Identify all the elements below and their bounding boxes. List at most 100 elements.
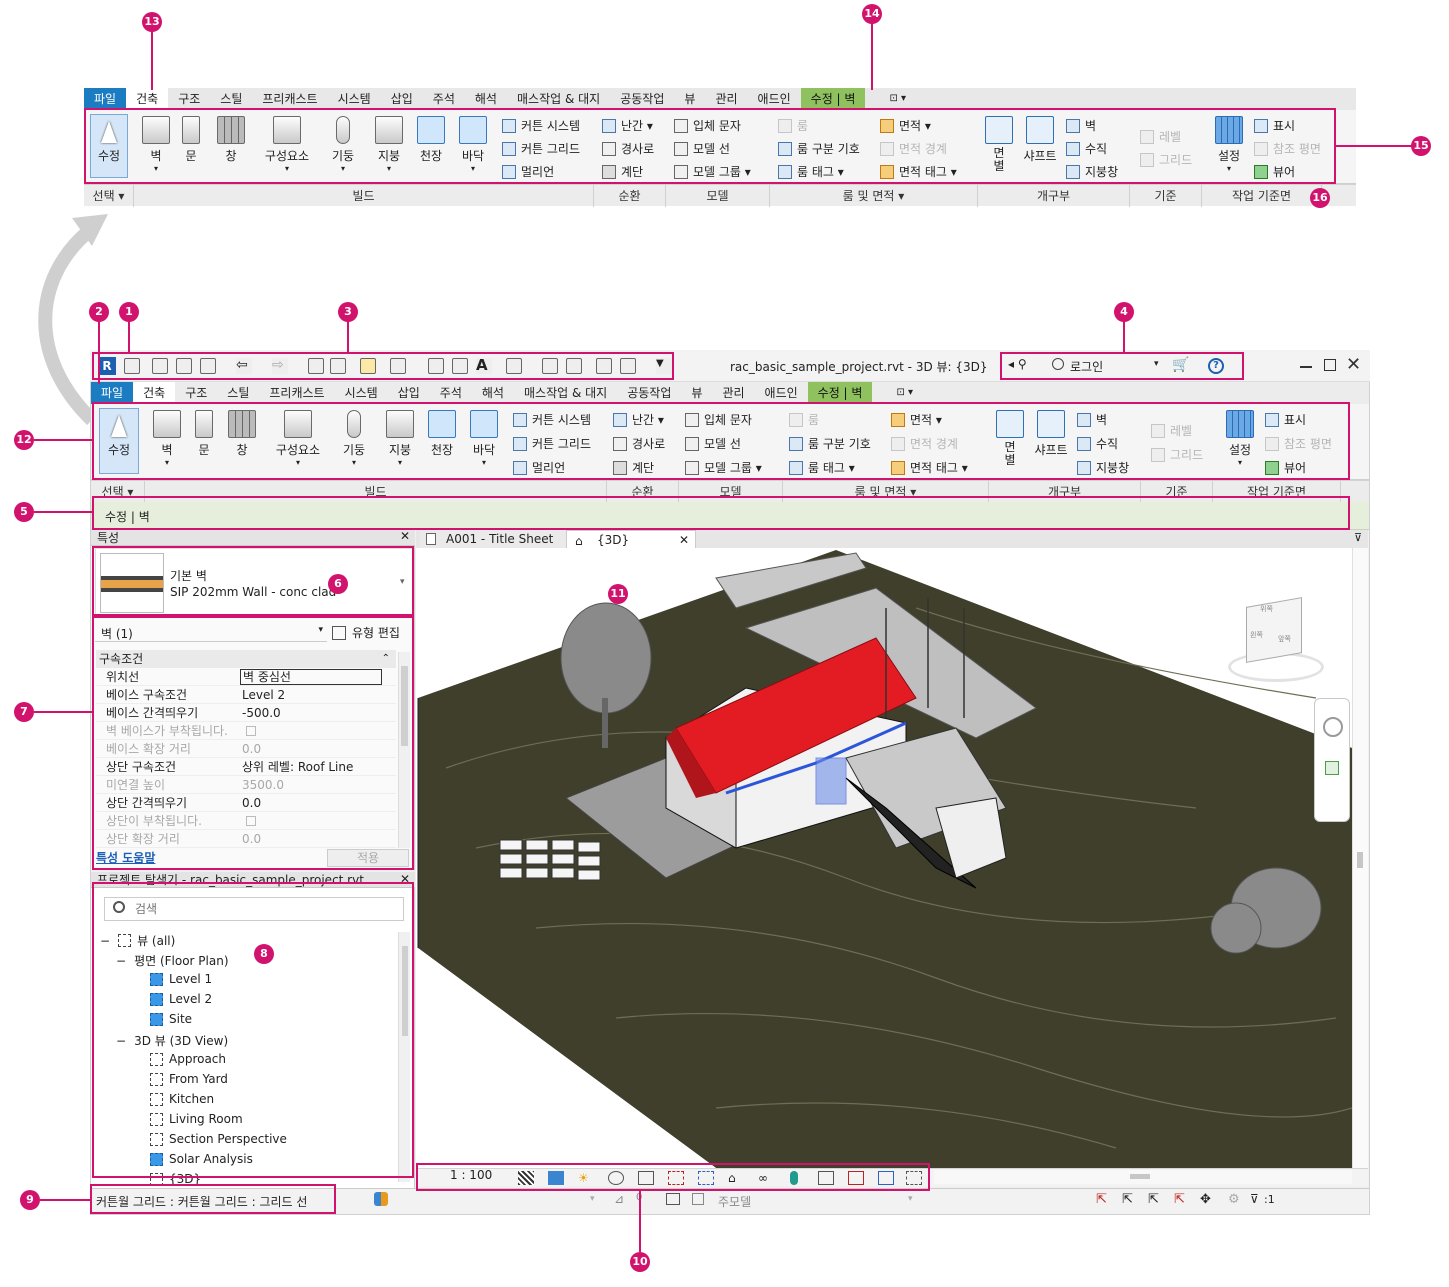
instance-filter[interactable]: 벽 (1) ▾	[95, 622, 327, 642]
panel-select[interactable]: 선택 ▾	[91, 481, 145, 503]
floor-button[interactable]: 바닥 ▾	[456, 116, 490, 173]
visual-style-icon[interactable]	[548, 1171, 564, 1185]
constraints-group[interactable]: 구속조건 ⌃	[96, 650, 396, 668]
curtain-system-button[interactable]: 커튼 시스템	[502, 117, 580, 134]
login-button[interactable]: 로그인	[1070, 358, 1103, 375]
curtain-grid-button[interactable]: 커튼 그리드	[502, 140, 580, 157]
panel-room-area[interactable]: 룸 및 면적 ▾	[770, 185, 978, 207]
crop-view-icon[interactable]	[668, 1171, 684, 1185]
edit-type-button[interactable]: 유형 편집	[332, 624, 400, 641]
property-row[interactable]: 상단 간격띄우기 0.0	[96, 794, 396, 812]
ceiling-button[interactable]: 천장	[425, 410, 459, 458]
area-boundary-button[interactable]: 면적 경계	[880, 140, 947, 157]
tab-display-toggle[interactable]: ⊡ ▾	[886, 382, 923, 404]
tab-file[interactable]: 파일	[91, 382, 134, 404]
reveal-constraints-icon[interactable]	[906, 1171, 922, 1185]
area-boundary-button[interactable]: 면적 경계	[891, 435, 958, 452]
property-row[interactable]: 베이스 간격띄우기 -500.0	[96, 704, 396, 722]
property-row[interactable]: 상단이 부착됩니다.	[96, 812, 396, 830]
tab-structure[interactable]: 구조	[168, 88, 210, 110]
tab-analyze[interactable]: 해석	[472, 382, 514, 404]
undo-icon[interactable]: ⇦	[236, 358, 252, 374]
worksets-icon[interactable]	[374, 1192, 388, 1206]
thin-lines-icon[interactable]	[566, 358, 582, 374]
property-row[interactable]: 베이스 확장 거리 0.0	[96, 740, 396, 758]
viewer-button[interactable]: 뷰어	[1254, 163, 1295, 180]
main-model-select[interactable]: 주모델	[718, 1193, 751, 1210]
tree-floor-plan-item[interactable]: Level 2	[150, 992, 212, 1006]
area-tag-button[interactable]: 면적 태그 ▾	[880, 163, 957, 180]
tab-collaborate[interactable]: 공동작업	[610, 88, 674, 110]
door-button[interactable]: 문	[176, 116, 206, 164]
text-icon[interactable]: A	[476, 358, 492, 374]
open-icon[interactable]	[152, 358, 168, 374]
measure-icon[interactable]	[360, 358, 376, 374]
wall-opening-button[interactable]: 벽	[1077, 411, 1107, 428]
model-line-button[interactable]: 모델 선	[674, 140, 730, 157]
model-group-button[interactable]: 모델 그룹 ▾	[674, 163, 751, 180]
property-row[interactable]: 베이스 구속조건 Level 2	[96, 686, 396, 704]
view-vscrollbar-track[interactable]	[1352, 548, 1368, 1168]
tree-3d-view-item[interactable]: Living Room	[150, 1112, 243, 1126]
shaft-button[interactable]: 샤프트	[1020, 116, 1060, 164]
tab-annotate[interactable]: 주석	[430, 382, 472, 404]
dormer-button[interactable]: 지붕창	[1077, 459, 1129, 476]
property-row[interactable]: 상단 확장 거리 0.0	[96, 830, 396, 848]
switch-windows-icon[interactable]	[620, 358, 636, 374]
background-process-icon[interactable]: ⚙	[1228, 1192, 1240, 1207]
drag-elements-icon[interactable]: ✥	[1200, 1192, 1211, 1207]
stair-button[interactable]: 계단	[613, 459, 654, 476]
property-checkbox[interactable]	[246, 816, 256, 826]
property-value[interactable]: 상위 레벨: Roof Line	[242, 758, 353, 776]
tab-precast[interactable]: 프리캐스트	[252, 88, 327, 110]
area-button[interactable]: 면적 ▾	[891, 411, 942, 428]
viewcube-top[interactable]: 위쪽	[1260, 604, 1273, 614]
render-icon[interactable]	[638, 1171, 654, 1185]
model-line-button[interactable]: 모델 선	[685, 435, 741, 452]
area-button[interactable]: 면적 ▾	[880, 117, 931, 134]
editable-only-icon[interactable]: ⊿	[614, 1192, 624, 1206]
tab-3d-view[interactable]: ⌂ {3D} ✕	[566, 530, 696, 548]
component-button[interactable]: 구성요소 ▾	[258, 116, 316, 173]
search-binoculars-icon[interactable]: ◂ ⚲	[1008, 357, 1027, 371]
floor-button[interactable]: 바닥 ▾	[467, 410, 501, 467]
main-model-dropdown-icon[interactable]: ▾	[908, 1194, 913, 1204]
steering-wheel-icon[interactable]	[1323, 717, 1343, 737]
curtain-system-button[interactable]: 커튼 시스템	[513, 411, 591, 428]
tab-precast[interactable]: 프리캐스트	[259, 382, 334, 404]
close-hidden-icon[interactable]	[596, 358, 612, 374]
tab-architecture[interactable]: 건축	[126, 88, 169, 110]
wall-button[interactable]: 벽 ▾	[147, 410, 187, 467]
tab-display-toggle[interactable]: ⊡ ▾	[879, 88, 916, 110]
view-scale[interactable]: 1 : 100	[450, 1168, 492, 1182]
tab-systems[interactable]: 시스템	[335, 382, 388, 404]
select-underlay-icon[interactable]: ⇱	[1122, 1192, 1133, 1207]
maximize-icon[interactable]	[1324, 359, 1336, 371]
property-value[interactable]: 3500.0	[242, 776, 284, 794]
select-links-icon[interactable]: ⇱	[1096, 1192, 1107, 1207]
home-icon[interactable]	[124, 358, 140, 374]
roof-button[interactable]: 지붕 ▾	[383, 410, 417, 467]
tab-menu-icon[interactable]: ⊽	[1354, 531, 1362, 544]
sun-path-icon[interactable]: ☀	[578, 1171, 594, 1185]
main-model-icon[interactable]	[692, 1193, 704, 1205]
property-value[interactable]: -500.0	[242, 704, 281, 722]
view-hscrollbar[interactable]	[934, 1170, 1352, 1184]
tree-3d-view-item[interactable]: Kitchen	[150, 1092, 214, 1106]
ref-plane-button[interactable]: 참조 평면	[1254, 140, 1321, 157]
close-icon[interactable]: ✕	[1346, 354, 1361, 375]
customize-qat-icon[interactable]: ▼	[656, 358, 672, 374]
by-face-button[interactable]: 면별	[993, 410, 1027, 467]
tag-icon[interactable]	[452, 358, 468, 374]
by-face-button[interactable]: 면별	[982, 116, 1016, 173]
property-value[interactable]: 벽 중심선	[240, 669, 382, 685]
tree-floor-plan-item[interactable]: Site	[150, 1012, 192, 1026]
model-group-button[interactable]: 모델 그룹 ▾	[685, 459, 762, 476]
detail-level-icon[interactable]	[518, 1171, 534, 1185]
tree-floor-plans[interactable]: − 평면 (Floor Plan)	[116, 952, 229, 969]
vertical-opening-button[interactable]: 수직	[1077, 435, 1118, 452]
door-button[interactable]: 문	[189, 410, 219, 458]
temp-view-props-icon[interactable]	[818, 1171, 834, 1185]
railing-button[interactable]: 난간 ▾	[602, 117, 653, 134]
property-value[interactable]: Level 2	[242, 686, 285, 704]
